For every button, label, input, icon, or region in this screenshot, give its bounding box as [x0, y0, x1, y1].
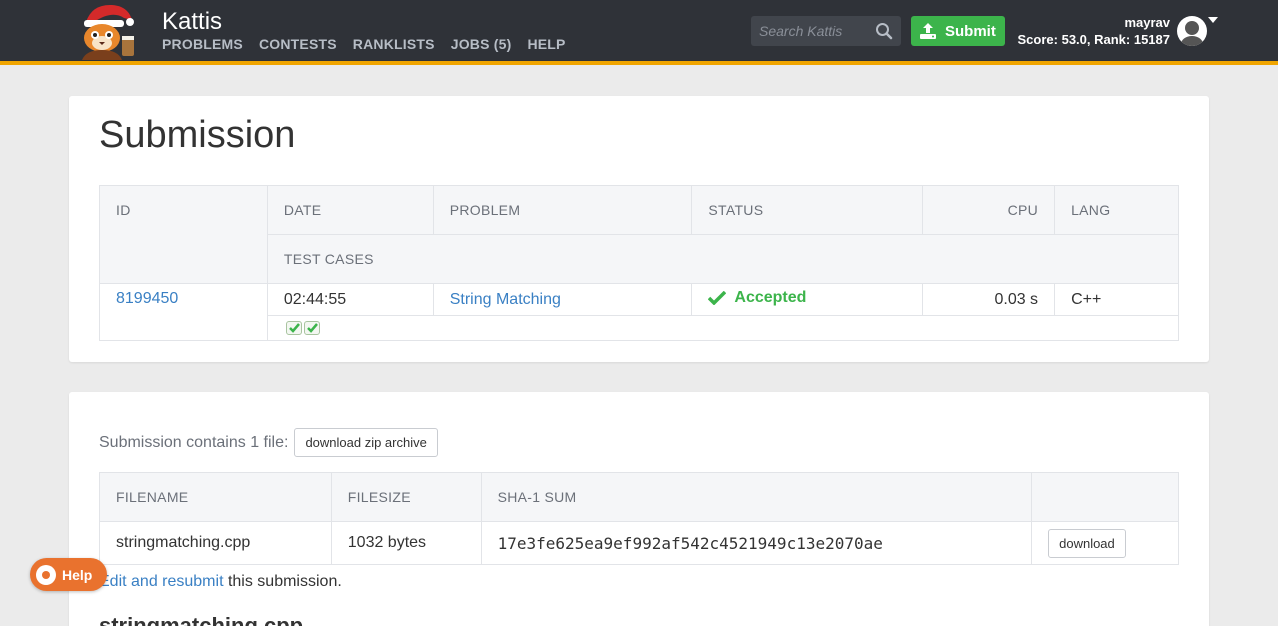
resubmit-rest-text: this submission.: [223, 573, 342, 590]
cell-problem: String Matching: [432, 283, 693, 316]
cell-filesize: 1032 bytes: [330, 521, 482, 565]
user-name[interactable]: mayrav: [1010, 15, 1170, 30]
help-label: Help: [62, 566, 93, 583]
nav-jobs[interactable]: JOBS (5): [451, 36, 512, 52]
submit-button[interactable]: Submit: [911, 16, 1005, 46]
download-zip-button[interactable]: download zip archive: [294, 428, 438, 457]
col-status: STATUS: [691, 185, 924, 235]
files-card: Submission contains 1 file: download zip…: [69, 392, 1209, 626]
kattis-logo-icon[interactable]: [72, 0, 142, 60]
submit-label: Submit: [945, 22, 996, 40]
file-count-line: Submission contains 1 file: download zip…: [99, 428, 438, 457]
lifebuoy-icon: [36, 564, 56, 585]
search-icon[interactable]: [875, 22, 893, 40]
file-count-text: Submission contains 1 file:: [99, 433, 289, 451]
check-icon: [708, 291, 727, 305]
cell-test-cases: [266, 315, 1180, 341]
help-button[interactable]: Help: [30, 558, 107, 591]
submission-table: ID DATE PROBLEM STATUS CPU LANG TEST CAS…: [99, 185, 1180, 341]
test-case-passed-icon[interactable]: [303, 320, 320, 335]
problem-link[interactable]: String Matching: [450, 291, 561, 308]
user-avatar-icon: [1181, 21, 1203, 46]
table-row: stringmatching.cpp 1032 bytes 17e3fe625e…: [99, 521, 1179, 565]
cell-download: download: [1031, 521, 1179, 565]
cell-filename: stringmatching.cpp: [99, 521, 332, 565]
nav-problems[interactable]: PROBLEMS: [162, 36, 243, 52]
download-button[interactable]: download: [1048, 528, 1126, 558]
nav-help[interactable]: HELP: [527, 36, 565, 52]
header-accent-stripe: [0, 61, 1278, 65]
avatar[interactable]: [1177, 16, 1207, 46]
submission-card: Submission ID DATE PROBLEM STATUS CPU LA…: [69, 96, 1209, 362]
table-row: 8199450 02:44:55 String Matching Accepte…: [99, 283, 1179, 341]
col-filename: FILENAME: [99, 472, 332, 522]
cell-sha: 17e3fe625ea9ef992af542c4521949c13e2070ae: [480, 521, 1033, 565]
search-input[interactable]: [751, 16, 871, 46]
col-actions: [1031, 472, 1179, 522]
table-header-row: ID DATE PROBLEM STATUS CPU LANG: [99, 185, 1179, 284]
page-title: Submission: [99, 114, 296, 156]
col-cpu: CPU: [922, 185, 1056, 235]
col-date: DATE: [266, 185, 434, 235]
cell-date: 02:44:55: [266, 283, 434, 316]
code-file-heading: stringmatching.cpp: [99, 613, 304, 626]
main-nav: PROBLEMS CONTESTS RANKLISTS JOBS (5) HEL…: [162, 36, 566, 52]
nav-ranklists[interactable]: RANKLISTS: [353, 36, 435, 52]
upload-icon: [920, 23, 936, 39]
cell-status: Accepted: [691, 283, 924, 316]
files-table: FILENAME FILESIZE SHA-1 SUM stringmatchi…: [99, 472, 1179, 565]
search-box: [751, 16, 901, 46]
chevron-down-icon[interactable]: [1208, 17, 1218, 23]
nav-contests[interactable]: CONTESTS: [259, 36, 337, 52]
col-lang: LANG: [1054, 185, 1179, 235]
top-navbar: Kattis PROBLEMS CONTESTS RANKLISTS JOBS …: [0, 0, 1278, 61]
table-header-row: FILENAME FILESIZE SHA-1 SUM: [99, 472, 1179, 522]
col-sha: SHA-1 SUM: [480, 472, 1033, 522]
col-filesize: FILESIZE: [330, 472, 482, 522]
cell-id: 8199450: [99, 283, 268, 341]
edit-resubmit-link[interactable]: Edit and resubmit: [99, 573, 224, 590]
col-test-cases: TEST CASES: [266, 234, 1180, 284]
submission-id-link[interactable]: 8199450: [116, 290, 178, 307]
cell-lang: C++: [1054, 283, 1179, 316]
col-problem: PROBLEM: [432, 185, 693, 235]
brand-title[interactable]: Kattis: [162, 8, 222, 36]
col-id: ID: [99, 185, 268, 284]
status-text: Accepted: [734, 289, 807, 306]
test-case-passed-icon[interactable]: [285, 320, 302, 335]
status-badge: Accepted: [708, 289, 806, 307]
user-score: Score: 53.0, Rank: 15187: [1017, 32, 1170, 47]
resubmit-line: Edit and resubmit this submission.: [99, 573, 342, 591]
cell-cpu: 0.03 s: [922, 283, 1056, 316]
